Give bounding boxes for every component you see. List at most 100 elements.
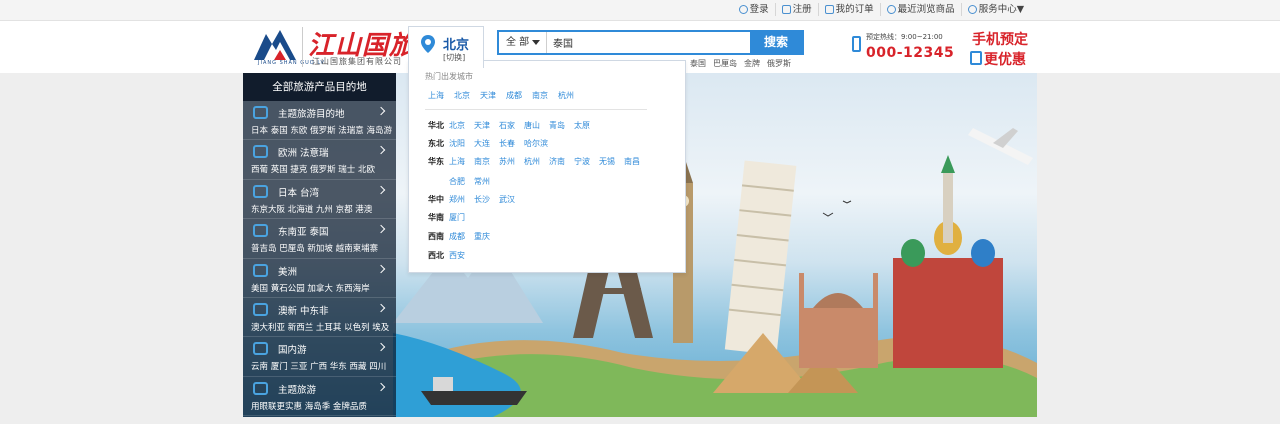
phone-icon <box>852 36 861 52</box>
search-button[interactable]: 搜索 <box>750 32 802 53</box>
menu-item-europe[interactable]: 欧洲 法意瑞 西葡 英国 捷克 俄罗斯 瑞士 北欧 <box>243 140 396 180</box>
headset-icon <box>967 5 977 14</box>
search-category-select[interactable]: 全 部 <box>499 32 547 53</box>
menu-item-subtitle[interactable]: 东京大阪 北海道 九州 京都 港澳 <box>251 203 372 215</box>
menu-item-domestic[interactable]: 国内游 云南 厦门 三亚 广西 华东 西藏 四川 <box>243 337 396 377</box>
city-link[interactable]: 合肥 <box>449 176 465 187</box>
category-menu: 全部旅游产品目的地 主题旅游目的地 日本 泰国 东欧 俄罗斯 法瑞意 海岛游 欧… <box>243 73 396 417</box>
menu-item-subtitle[interactable]: 普吉岛 巴厘岛 新加坡 越南柬埔寨 <box>251 242 378 254</box>
city-link[interactable]: 重庆 <box>474 231 490 242</box>
city-link[interactable]: 南昌 <box>624 156 640 167</box>
register-link[interactable]: 注册 <box>774 3 818 16</box>
menu-item-japan-taiwan[interactable]: 日本 台湾 东京大阪 北海道 九州 京都 港澳 <box>243 180 396 220</box>
sun-icon <box>253 106 268 119</box>
recent-viewed-label: 最近浏览商品 <box>897 4 955 15</box>
chevron-right-icon <box>376 343 386 352</box>
city-link[interactable]: 杭州 <box>558 90 574 101</box>
region-name: 东北 <box>428 139 444 148</box>
city-link[interactable]: 济南 <box>549 156 565 167</box>
city-link[interactable]: 南京 <box>532 90 548 101</box>
menu-item-subtitle[interactable]: 日本 泰国 东欧 俄罗斯 法瑞意 海岛游 <box>251 124 392 136</box>
city-link[interactable]: 沈阳 <box>449 138 465 149</box>
city-link[interactable]: 西安 <box>449 250 465 261</box>
my-orders-link[interactable]: 我的订单 <box>817 3 880 16</box>
hotline-label: 预定热线：9:00~21:00 <box>866 33 943 41</box>
chevron-right-icon <box>376 224 386 234</box>
search-category-label: 全 部 <box>506 37 530 48</box>
city-link[interactable]: 上海 <box>449 156 465 167</box>
city-link[interactable]: 长沙 <box>474 194 490 205</box>
menu-item-subtitle[interactable]: 用眼联更实惠 海岛季 金牌品质 <box>251 400 367 412</box>
city-link[interactable]: 成都 <box>449 231 465 242</box>
city-link[interactable]: 北京 <box>449 120 465 131</box>
menu-item-oceania-middle-east[interactable]: 澳新 中东非 澳大利亚 新西兰 土耳其 以色列 埃及 <box>243 298 396 338</box>
city-link[interactable]: 苏州 <box>499 156 515 167</box>
menu-item-title: 东南亚 泰国 <box>278 227 329 239</box>
departure-city-selector[interactable]: 北京 [切换] <box>408 26 484 68</box>
hot-word[interactable]: 巴厘岛 <box>713 58 737 69</box>
user-icon <box>738 5 748 14</box>
edit-icon <box>781 5 791 14</box>
clock-icon <box>886 5 896 14</box>
city-link[interactable]: 常州 <box>474 176 490 187</box>
my-orders-label: 我的订单 <box>835 4 874 15</box>
search-input[interactable] <box>553 34 743 51</box>
login-link[interactable]: 登录 <box>733 3 775 16</box>
city-link[interactable]: 唐山 <box>524 120 540 131</box>
camera-icon <box>253 145 268 159</box>
region-row: 华北 北京 天津 石家 唐山 青岛 太原 <box>428 120 659 131</box>
region-cities: 西安 <box>449 250 659 261</box>
region-row: 华中 郑州 长沙 武汉 <box>428 194 659 205</box>
city-link[interactable]: 哈尔滨 <box>524 138 548 149</box>
chevron-right-icon <box>376 185 386 195</box>
city-link[interactable]: 郑州 <box>449 194 465 205</box>
hot-word[interactable]: 俄罗斯 <box>767 58 791 69</box>
region-name: 华北 <box>428 121 444 130</box>
service-center-link[interactable]: 服务中心▼ <box>960 3 1030 16</box>
city-link[interactable]: 石家 <box>499 120 515 131</box>
city-link[interactable]: 天津 <box>480 90 496 101</box>
menu-item-subtitle[interactable]: 澳大利亚 新西兰 土耳其 以色列 埃及 <box>251 321 389 333</box>
location-pin-icon <box>421 35 435 53</box>
city-link[interactable]: 青岛 <box>549 120 565 131</box>
chevron-right-icon <box>376 264 386 273</box>
city-link[interactable]: 上海 <box>428 90 444 101</box>
city-link[interactable]: 厦门 <box>449 212 465 223</box>
logo-divider <box>302 27 303 67</box>
menu-item-title: 美洲 <box>278 266 298 278</box>
city-link[interactable]: 天津 <box>474 120 490 131</box>
city-link[interactable]: 南京 <box>474 156 490 167</box>
menu-item-subtitle[interactable]: 美国 黄石公园 加拿大 东西海岸 <box>251 282 370 294</box>
region-cities: 厦门 <box>449 212 659 223</box>
hot-word[interactable]: 泰国 <box>690 58 706 69</box>
city-link[interactable]: 长春 <box>499 138 515 149</box>
region-name: 华中 <box>428 195 444 204</box>
menu-item-southeast-asia[interactable]: 东南亚 泰国 普吉岛 巴厘岛 新加坡 越南柬埔寨 <box>243 219 396 259</box>
city-link[interactable]: 成都 <box>506 90 522 101</box>
order-icon <box>824 5 834 14</box>
service-center-label: 服务中心▼ <box>978 4 1024 15</box>
city-link[interactable]: 太原 <box>574 120 590 131</box>
top-links: 登录 注册 我的订单 最近浏览商品 服务中心▼ <box>733 3 1030 16</box>
city-link[interactable]: 宁波 <box>574 156 590 167</box>
hot-word[interactable]: 金牌 <box>744 58 760 69</box>
recent-viewed-link[interactable]: 最近浏览商品 <box>879 3 961 16</box>
menu-item-title: 澳新 中东非 <box>278 305 329 317</box>
city-switch-link[interactable]: [切换] <box>443 52 465 63</box>
mobile-booking-promo[interactable]: 手机预定 更优惠 <box>970 29 1034 69</box>
menu-item-subtitle[interactable]: 云南 厦门 三亚 广西 华东 西藏 四川 <box>251 360 386 372</box>
menu-item-title: 国内游 <box>278 345 307 357</box>
menu-item-subtitle[interactable]: 西葡 英国 捷克 俄罗斯 瑞士 北欧 <box>251 163 375 175</box>
menu-item-theme-travel[interactable]: 主题旅游 用眼联更实惠 海岛季 金牌品质 <box>243 377 396 417</box>
menu-item-theme-destinations[interactable]: 主题旅游目的地 日本 泰国 东欧 俄罗斯 法瑞意 海岛游 <box>243 101 396 141</box>
city-link[interactable]: 杭州 <box>524 156 540 167</box>
city-link[interactable]: 无锡 <box>599 156 615 167</box>
goggles-icon <box>253 224 268 238</box>
current-city: 北京 <box>443 38 470 53</box>
city-link[interactable]: 武汉 <box>499 194 515 205</box>
menu-item-title: 主题旅游 <box>278 384 317 396</box>
city-link[interactable]: 大连 <box>474 138 490 149</box>
city-link[interactable]: 北京 <box>454 90 470 101</box>
menu-item-americas[interactable]: 美洲 美国 黄石公园 加拿大 东西海岸 <box>243 259 396 298</box>
region-row: 华东 上海 南京 苏州 杭州 济南 宁波 无锡 南昌 合肥 常州 <box>428 156 659 187</box>
